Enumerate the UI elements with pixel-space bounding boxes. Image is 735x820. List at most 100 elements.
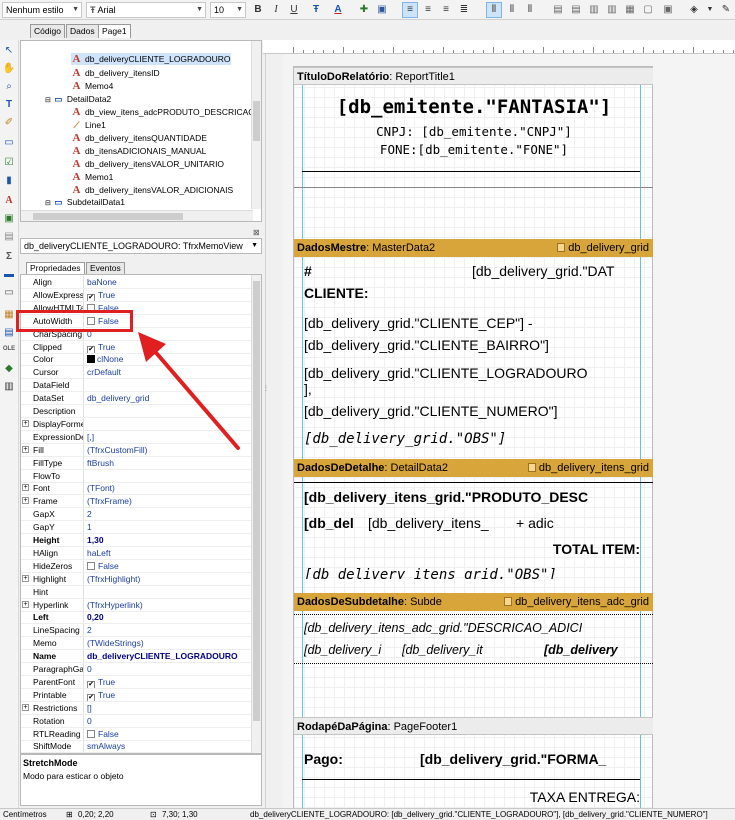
checkbox[interactable]: ✔ xyxy=(87,293,95,301)
tree-item[interactable]: ⊟ ▭ SubdetailData1 xyxy=(45,196,125,208)
font-dialog-icon[interactable]: Ŧ xyxy=(308,2,324,18)
property-row[interactable]: HAlign haLeft xyxy=(21,546,253,560)
frame-top-icon[interactable]: ▤ xyxy=(550,2,566,18)
property-value[interactable]: (TFont) xyxy=(85,482,251,494)
object-selector[interactable]: db_deliveryCLIENTE_LOGRADOURO: TfrxMemoV… xyxy=(20,238,262,254)
status-units[interactable]: Centímetros xyxy=(3,809,47,820)
chart-tool-icon[interactable]: ▮ xyxy=(2,174,16,188)
tree-item[interactable]: ⟋ Line1 xyxy=(71,119,106,131)
adic-label[interactable]: + adic xyxy=(516,515,554,531)
fantasia-field[interactable]: [db_emitente."FANTASIA"] xyxy=(304,95,644,119)
hand-tool-icon[interactable]: ✋ xyxy=(2,62,16,76)
tree-item[interactable]: Adb_view_itens_adcPRODUTO_DESCRICAO xyxy=(71,106,255,118)
subreport-tool-icon[interactable]: ▤ xyxy=(2,230,16,244)
shape-tool-icon[interactable]: ▬ xyxy=(2,268,16,282)
property-value[interactable]: ftBrush xyxy=(85,457,251,469)
frame-bottom-icon[interactable]: ▤ xyxy=(568,2,584,18)
tree-item[interactable]: Adb_delivery_itensVALOR_ADICIONAIS xyxy=(71,184,234,196)
barcode-tool-icon[interactable]: ▥ xyxy=(2,380,16,394)
property-value[interactable] xyxy=(85,470,251,482)
property-value[interactable]: baNone xyxy=(85,276,251,288)
inspector-close-icon[interactable]: ⊠ xyxy=(253,228,260,237)
tree-item[interactable]: Adb_deliveryCLIENTE_LOGRADOURO xyxy=(71,53,231,65)
valign-center-icon[interactable]: ⦀ xyxy=(504,2,520,18)
cliente-label[interactable]: CLIENTE: xyxy=(304,285,369,301)
font-color-icon[interactable]: A xyxy=(330,2,346,18)
format-icon[interactable]: ▣ xyxy=(374,2,390,18)
property-row[interactable]: LineSpacing 2 xyxy=(21,624,253,638)
property-value[interactable]: 1 xyxy=(85,521,251,533)
adicionais-field[interactable]: [db_delivery_itens_ xyxy=(368,515,518,531)
property-value[interactable]: 0,20 xyxy=(85,611,251,623)
frame-color-icon[interactable]: ✎ xyxy=(718,2,734,18)
property-row[interactable]: Align baNone xyxy=(21,276,253,289)
splitter-grip-icon[interactable]: ⋮ xyxy=(263,385,269,392)
property-row[interactable]: + Frame (TfrxFrame) xyxy=(21,495,253,509)
property-row[interactable]: + Highlight (TfrxHighlight) xyxy=(21,572,253,586)
valign-top-icon[interactable]: ⦀ xyxy=(486,2,502,18)
cnpj-field[interactable]: CNPJ: [db_emitente."CNPJ"] xyxy=(304,125,644,139)
numero-field[interactable]: [db_delivery_grid."CLIENTE_NUMERO"] xyxy=(304,403,644,419)
inspector-scrollbar[interactable] xyxy=(251,275,261,753)
tree-horizontal-scrollbar[interactable] xyxy=(21,210,253,221)
property-value[interactable]: (TfrxHighlight) xyxy=(85,573,251,585)
checkbox-tool-icon[interactable]: ☑ xyxy=(2,156,16,170)
expand-icon[interactable]: + xyxy=(22,419,29,427)
line-tool-icon[interactable]: ▭ xyxy=(2,286,16,300)
ole-object-icon[interactable]: OLE xyxy=(2,342,16,356)
property-row[interactable]: HideZeros False xyxy=(21,559,253,573)
logradouro-field[interactable]: [db_delivery_grid."CLIENTE_LOGRADOURO xyxy=(304,365,634,381)
cross-tab-icon[interactable]: ▦ xyxy=(2,308,16,322)
checkbox[interactable] xyxy=(87,561,95,570)
font-size-combo[interactable]: 10 ▼ xyxy=(210,2,246,18)
tab-page1[interactable]: Page1 xyxy=(98,24,131,38)
style-combo[interactable]: Nenhum estilo ▼ xyxy=(2,2,82,18)
property-value[interactable]: 0 xyxy=(85,663,251,675)
cep-field[interactable]: [db_delivery_grid."CLIENTE_CEP"] - xyxy=(304,315,644,331)
property-row[interactable]: Hint xyxy=(21,585,253,599)
property-row[interactable]: GapY 1 xyxy=(21,521,253,535)
font-combo[interactable]: Ŧ Arial ▼ xyxy=(86,2,206,18)
rich-text-icon[interactable]: ▤ xyxy=(2,326,16,340)
property-row[interactable]: Name db_deliveryCLIENTE_LOGRADOURO xyxy=(21,650,253,664)
tree-item[interactable]: A Memo4 xyxy=(71,80,114,92)
property-row[interactable]: + Hyperlink (TfrxHyperlink) xyxy=(21,598,253,612)
zoom-tool-icon[interactable]: ⌕ xyxy=(2,80,16,94)
property-value[interactable]: ✔ True xyxy=(85,289,251,301)
band-header-subdetail-data[interactable]: DadosDeSubdetalhe: Subde db_delivery_iten… xyxy=(294,593,653,611)
property-value[interactable]: db_deliveryCLIENTE_LOGRADOURO xyxy=(85,650,251,662)
sub-total-field[interactable]: [db_delivery xyxy=(544,643,644,658)
property-row[interactable]: Height 1,30 xyxy=(21,534,253,547)
sub-quantity-field[interactable]: [db_delivery_i xyxy=(304,643,404,658)
property-row[interactable]: + Restrictions[] xyxy=(21,701,253,715)
panel-splitter[interactable]: ⋮ xyxy=(263,40,283,810)
band-header-detail-data[interactable]: DadosDeDetalhe: DetailData2 db_delivery_i… xyxy=(294,459,653,477)
valign-bottom-icon[interactable]: ⦀ xyxy=(522,2,538,18)
hash-label[interactable]: # xyxy=(304,263,312,279)
bairro-field[interactable]: [db_delivery_grid."CLIENTE_BAIRRO"] xyxy=(304,337,644,353)
band-header-master-data[interactable]: DadosMestre: MasterData2 db_delivery_grid xyxy=(294,239,653,257)
bold-button[interactable]: B xyxy=(250,2,266,18)
property-value[interactable]: (TfrxHyperlink) xyxy=(85,599,251,611)
expand-icon[interactable]: + xyxy=(22,497,29,505)
pago-label[interactable]: Pago: xyxy=(304,751,343,767)
picture-tool-icon[interactable]: ▣ xyxy=(2,212,16,226)
sum-tool-icon[interactable]: Σ xyxy=(2,250,16,264)
format-painter-icon[interactable]: ✐ xyxy=(2,116,16,130)
band-icon[interactable]: ▭ xyxy=(2,136,16,150)
expand-icon[interactable]: + xyxy=(22,703,29,711)
align-center-icon[interactable]: ≡ xyxy=(420,2,436,18)
quantidade-field[interactable]: [db_del xyxy=(304,515,354,531)
tree-item[interactable]: Adb_delivery_itensID xyxy=(71,67,160,79)
expand-icon[interactable]: + xyxy=(22,445,29,453)
date-field[interactable]: [db_delivery_grid."DAT xyxy=(472,263,652,279)
property-value[interactable]: False xyxy=(85,560,251,572)
property-value[interactable]: (TfrxFrame) xyxy=(85,495,251,507)
comma-field[interactable]: ], xyxy=(304,381,312,397)
property-value[interactable]: 2 xyxy=(85,508,251,520)
property-value[interactable]: ✔ True xyxy=(85,689,251,701)
property-row[interactable]: ParagraphGa 0 xyxy=(21,663,253,676)
property-row[interactable]: FlowTo xyxy=(21,469,253,483)
frame-left-icon[interactable]: ▥ xyxy=(586,2,602,18)
sub-value-field[interactable]: [db_delivery_it xyxy=(402,643,508,658)
